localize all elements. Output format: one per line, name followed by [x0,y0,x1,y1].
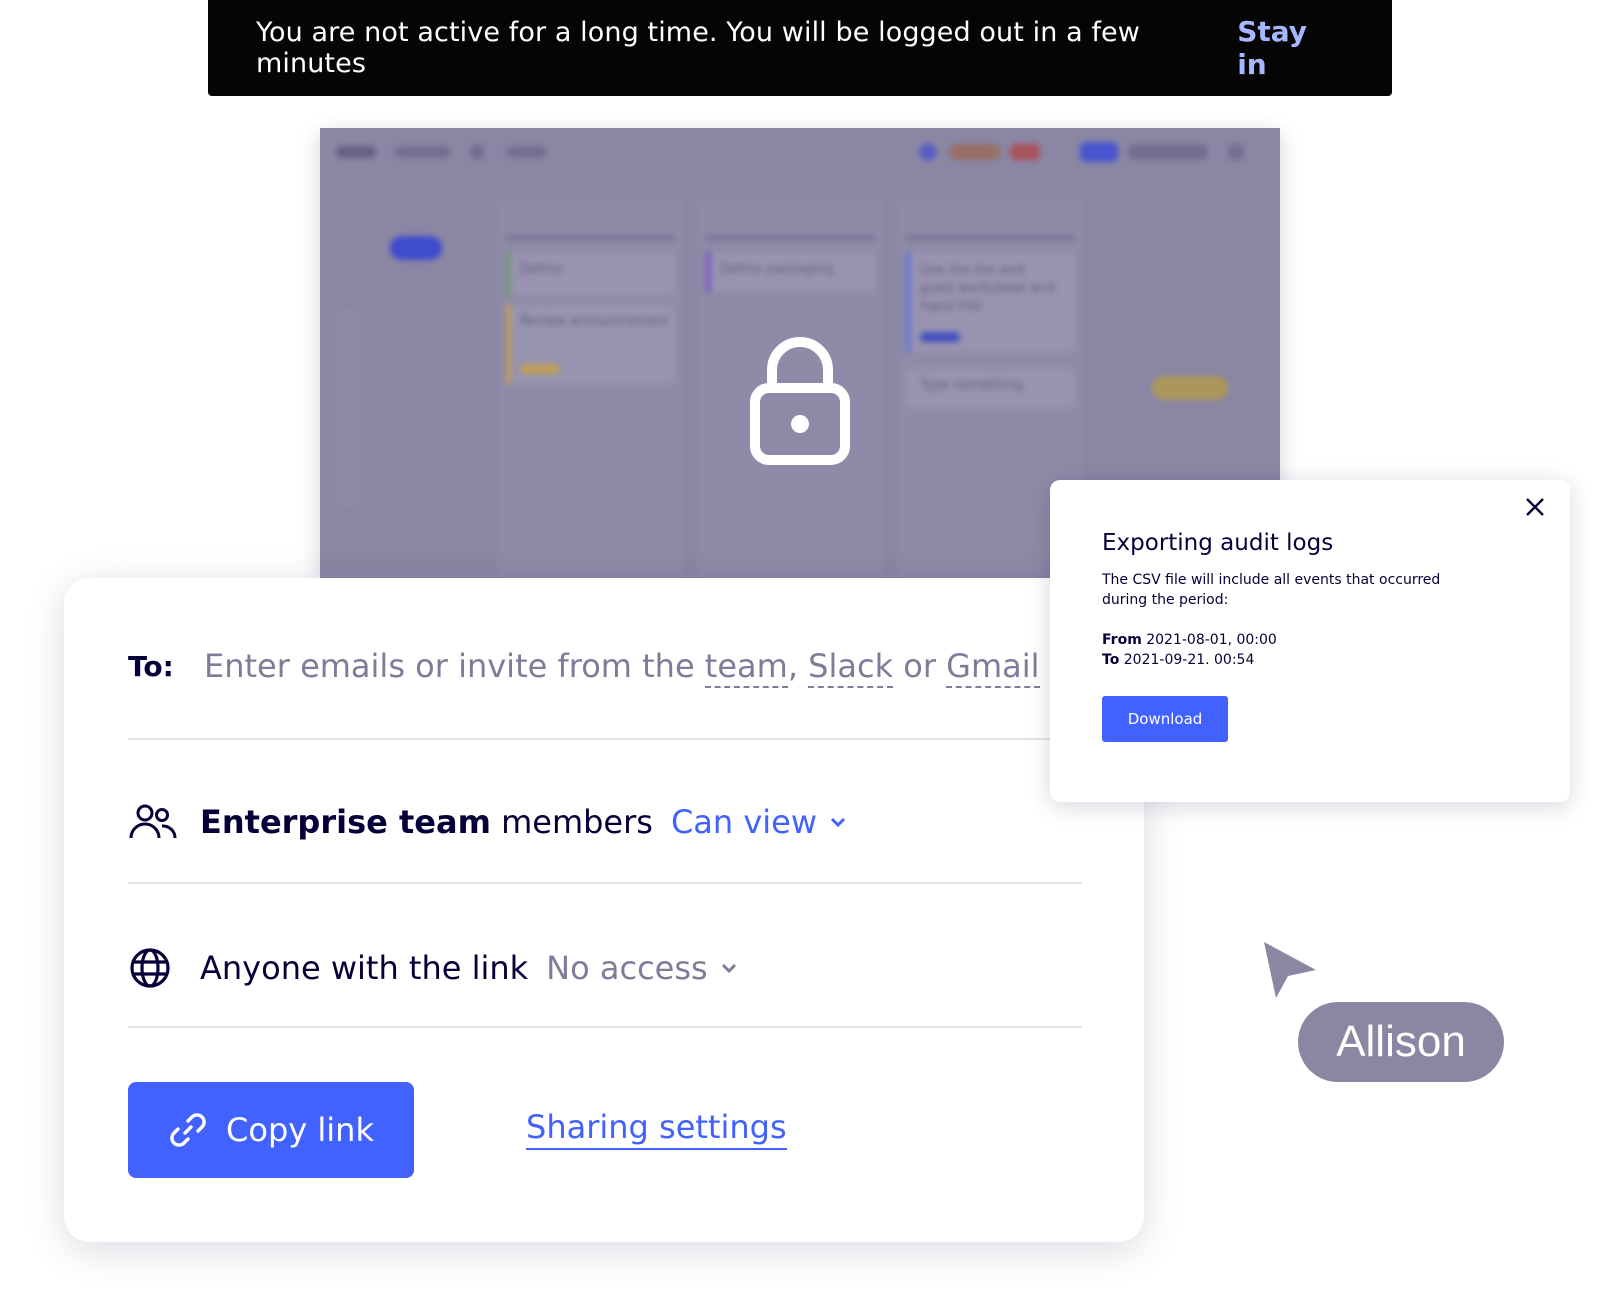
export-audit-logs-popup: Exporting audit logs The CSV file will i… [1050,480,1570,802]
share-dialog: To: Enter emails or invite from the team… [64,578,1144,1242]
sharing-settings-link[interactable]: Sharing settings [526,1108,787,1150]
to-label: To [1102,652,1120,668]
team-access-row: Enterprise team members Can view [128,792,1080,852]
invite-slack-link[interactable]: Slack [808,647,894,688]
lock-icon [750,337,850,465]
toast-message: You are not active for a long time. You … [256,17,1140,79]
cursor-arrow-icon [1264,942,1316,998]
chevron-down-icon [830,817,846,828]
from-value: 2021-08-01, 00:00 [1146,632,1277,648]
export-description: The CSV file will include all events tha… [1102,572,1441,608]
download-button[interactable]: Download [1102,696,1228,742]
team-access-label: Enterprise team members [200,803,653,841]
to-value: 2021-09-21. 00:54 [1123,652,1255,668]
invite-row: To: Enter emails or invite from the team… [128,638,1080,694]
divider [128,738,1082,740]
link-icon [170,1113,206,1147]
invite-placeholder: Enter emails or invite from the [204,647,705,685]
stay-in-button[interactable]: Stay in [1237,15,1344,81]
team-permission-value: Can view [670,803,818,841]
team-permission-select[interactable]: Can view [671,803,847,841]
link-permission-select[interactable]: No access [546,949,738,987]
divider [128,882,1082,884]
link-permission-value: No access [546,949,708,987]
board-column: Define Review announcement [498,200,683,578]
invite-sep: , [787,647,809,685]
invite-sep: or [893,647,947,685]
link-access-row: Anyone with the link No access [128,938,1080,998]
team-name: Enterprise team [200,803,491,841]
copy-link-label: Copy link [226,1111,374,1149]
export-title: Exporting audit logs [1102,530,1334,556]
copy-link-button[interactable]: Copy link [128,1082,414,1178]
close-icon[interactable] [1522,494,1548,520]
inactivity-toast: You are not active for a long time. You … [208,0,1392,96]
from-label: From [1102,632,1142,648]
link-access-label: Anyone with the link [200,949,529,987]
divider [128,1026,1082,1028]
to-label: To: [128,649,174,683]
globe-icon [128,944,200,992]
board-toolbar [334,308,362,508]
board-topbar [320,128,1280,174]
collaborator-cursor-label: Allison [1298,1002,1504,1082]
invite-gmail-link[interactable]: Gmail [946,647,1040,688]
invite-input[interactable]: Enter emails or invite from the team, Sl… [204,647,1040,688]
team-suffix: members [490,803,653,841]
export-date-range: From 2021-08-01, 00:00 To 2021-09-21. 00… [1102,630,1277,670]
invite-team-link[interactable]: team [704,647,788,688]
team-icon [128,798,200,846]
chevron-down-icon [721,963,736,974]
